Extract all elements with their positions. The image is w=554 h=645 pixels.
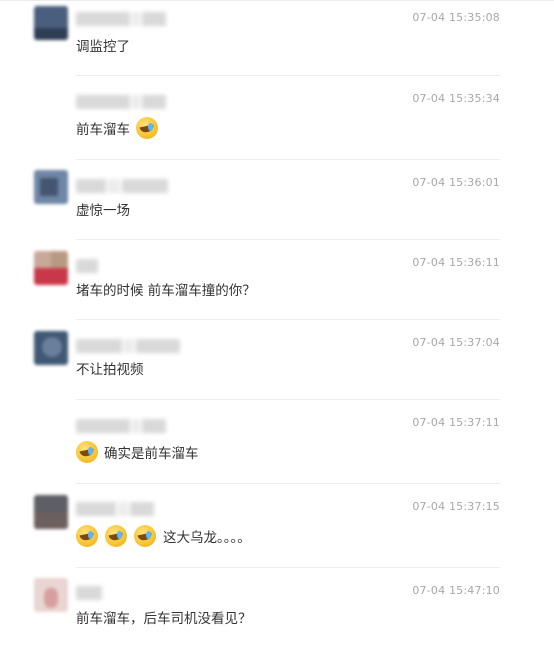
laughing-crying-emoji-icon: [136, 117, 158, 139]
comment-separator: [76, 159, 500, 160]
username-blurred[interactable]: [76, 339, 180, 353]
comment-separator: [76, 319, 500, 320]
comment-time: 07-04 15:36:11: [412, 256, 500, 269]
comment-separator: [76, 399, 500, 400]
top-divider: [0, 0, 554, 1]
comment-text: 虚惊一场: [76, 203, 130, 219]
comment-separator: [76, 75, 500, 76]
comment-time: 07-04 15:47:10: [412, 584, 500, 597]
comment-time: 07-04 15:37:11: [412, 416, 500, 429]
laughing-crying-emoji-icon: [134, 525, 156, 547]
comment-time: 07-04 15:37:15: [412, 500, 500, 513]
comment-text: 堵车的时候 前车溜车撞的你？: [76, 283, 256, 299]
laughing-crying-emoji-icon: [76, 525, 98, 547]
comment-time: 07-04 15:36:01: [412, 176, 500, 189]
username-blurred[interactable]: [76, 502, 154, 516]
comment-text: 确实是前车溜车: [76, 441, 199, 463]
avatar[interactable]: [34, 331, 68, 365]
username-blurred[interactable]: [76, 586, 102, 600]
username-blurred[interactable]: [76, 259, 98, 273]
comment-time: 07-04 15:35:08: [412, 11, 500, 24]
avatar[interactable]: [34, 6, 68, 40]
comment-text: 前车溜车，后车司机没看见？: [76, 611, 252, 627]
username-blurred[interactable]: [76, 95, 166, 109]
comment-time: 07-04 15:35:34: [412, 92, 500, 105]
comment-text: 前车溜车: [76, 117, 158, 139]
avatar[interactable]: [34, 495, 68, 529]
comment-time: 07-04 15:37:04: [412, 336, 500, 349]
username-blurred[interactable]: [76, 179, 168, 193]
comment-text: 调监控了: [76, 39, 130, 55]
comment-separator: [76, 567, 500, 568]
comment-text: 这大乌龙。。。。: [76, 525, 251, 547]
avatar[interactable]: [34, 578, 68, 612]
avatar[interactable]: [34, 170, 68, 204]
comment-separator: [76, 239, 500, 240]
username-blurred[interactable]: [76, 419, 166, 433]
comment-text: 不让拍视频: [76, 362, 144, 378]
avatar[interactable]: [34, 251, 68, 285]
laughing-crying-emoji-icon: [105, 525, 127, 547]
comment-separator: [76, 483, 500, 484]
username-blurred[interactable]: [76, 12, 166, 26]
laughing-crying-emoji-icon: [76, 441, 98, 463]
